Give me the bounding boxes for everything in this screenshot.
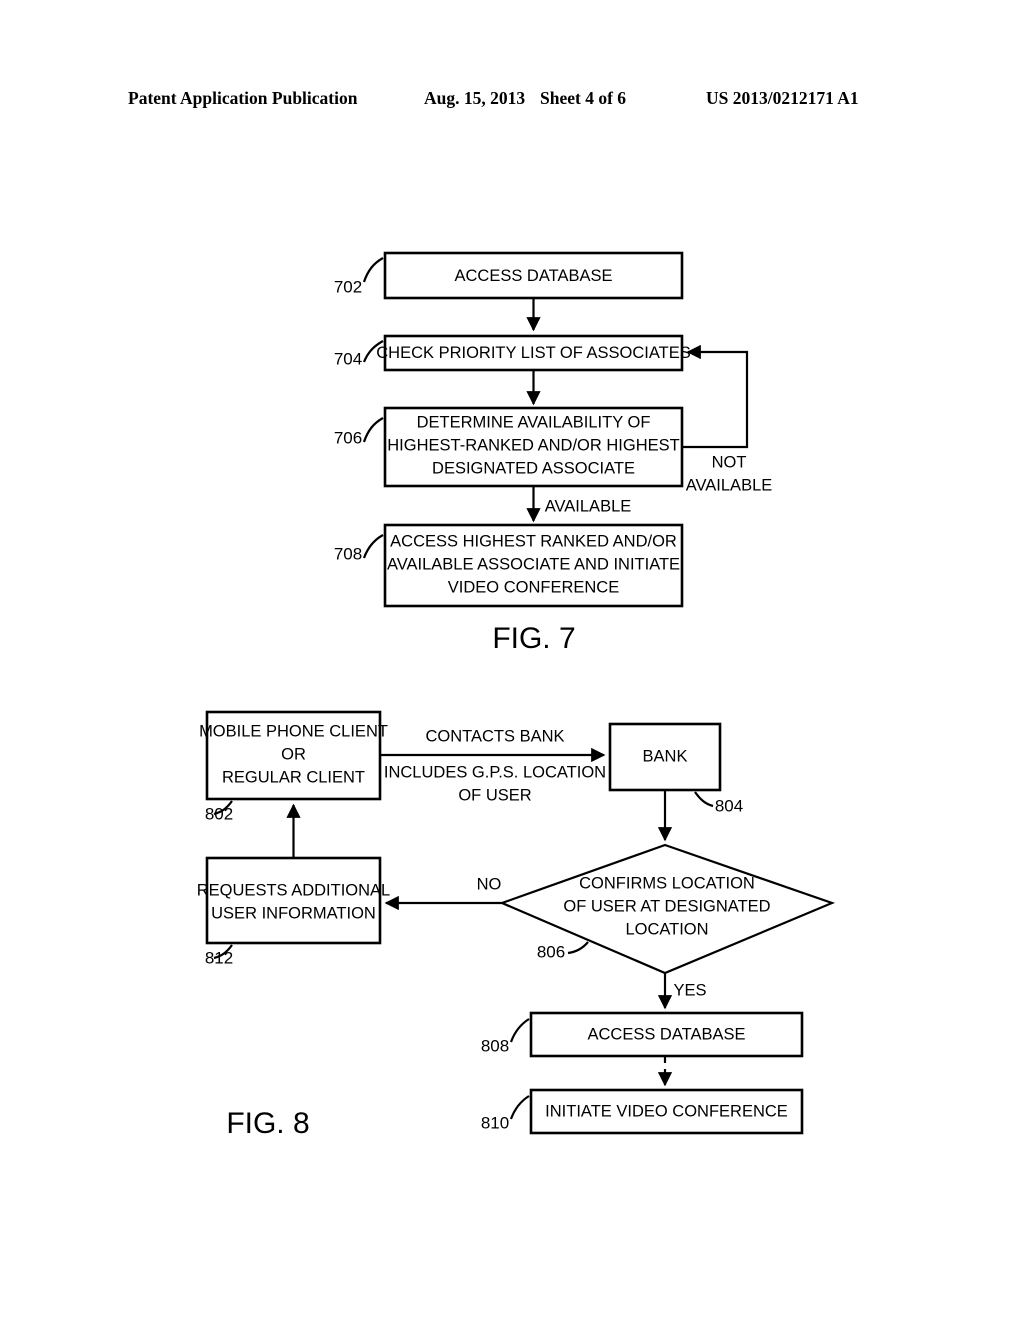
fig7-node-706: DETERMINE AVAILABILITY OF HIGHEST-RANKED… [334,406,684,488]
fig8-refnum-812: 812 [205,948,233,967]
patent-page: Patent Application Publication Aug. 15, … [0,0,1024,1320]
fig7-node-702-label: ACCESS DATABASE [454,267,612,285]
figure-8: MOBILE PHONE CLIENT OR REGULAR CLIENT 80… [197,710,836,1140]
fig7-node-706-label-line1: DETERMINE AVAILABILITY OF [417,413,651,431]
fig7-node-706-label-line2: HIGHEST-RANKED AND/OR HIGHEST [387,436,679,454]
fig8-refnum-804: 804 [715,796,743,815]
fig8-node-802-label-line2: OR [281,745,306,763]
fig8-refnum-802: 802 [205,804,233,823]
patent-drawings: ACCESS DATABASE 702 CHECK PRIORITY LIST … [197,251,836,1140]
figure-7: ACCESS DATABASE 702 CHECK PRIORITY LIST … [334,251,773,655]
fig7-refnum-702: 702 [334,277,362,296]
fig7-node-708: ACCESS HIGHEST RANKED AND/OR AVAILABLE A… [334,523,684,608]
fig7-edgelabel-not-available: AVAILABLE [686,476,773,494]
fig7-refnum-704: 704 [334,349,362,368]
fig8-node-808-label: ACCESS DATABASE [587,1025,745,1043]
fig7-leader-708 [362,534,384,559]
fig8-edgelabel-no: NO [477,875,502,893]
fig7-refnum-708: 708 [334,544,362,563]
fig8-node-812-label-line1: REQUESTS ADDITIONAL [197,881,390,899]
fig8-node-806-label-line2: OF USER AT DESIGNATED [563,897,770,915]
fig7-edgelabel-not: NOT [712,453,747,471]
fig8-leader-804 [694,791,714,808]
fig7-node-706-label-line3: DESIGNATED ASSOCIATE [432,459,635,477]
fig7-node-702: ACCESS DATABASE 702 [334,251,684,300]
fig8-node-808: ACCESS DATABASE 808 [481,1011,804,1058]
fig8-leader-806 [567,941,589,955]
fig8-refnum-806: 806 [537,942,565,961]
fig8-node-804: BANK 804 [608,722,743,815]
fig7-feedback-loop-not-available [682,344,749,449]
fig8-node-802-label-line1: MOBILE PHONE CLIENT [199,722,388,740]
fig7-node-708-label-line2: AVAILABLE ASSOCIATE AND INITIATE [387,555,680,573]
fig8-refnum-808: 808 [481,1036,509,1055]
fig8-leader-810 [509,1095,530,1120]
fig7-refnum-706: 706 [334,428,362,447]
fig8-leader-808 [509,1018,530,1043]
fig7-node-704-label: CHECK PRIORITY LIST OF ASSOCIATES [376,344,691,362]
fig8-node-810: INITIATE VIDEO CONFERENCE 810 [481,1088,804,1135]
fig8-caption: FIG. 8 [226,1107,309,1140]
fig7-leader-706 [362,417,384,443]
fig8-node-812-label-line2: USER INFORMATION [211,904,376,922]
fig8-node-802-label-line3: REGULAR CLIENT [222,768,365,786]
fig8-node-812-box [205,856,382,945]
fig8-node-806: CONFIRMS LOCATION OF USER AT DESIGNATED … [498,843,836,975]
fig7-edgelabel-available: AVAILABLE [545,497,632,515]
fig8-edgelabel-of-user: OF USER [458,786,531,804]
fig7-leader-702 [362,257,384,283]
fig8-edgelabel-contacts-bank: CONTACTS BANK [425,727,564,745]
fig8-node-810-label: INITIATE VIDEO CONFERENCE [545,1102,788,1120]
fig7-node-708-label-line3: VIDEO CONFERENCE [448,578,619,596]
fig8-edgelabel-yes: YES [673,981,706,999]
fig8-edgelabel-includes-gps: INCLUDES G.P.S. LOCATION [384,763,606,781]
fig8-node-806-label-line3: LOCATION [625,920,708,938]
fig7-node-708-label-line1: ACCESS HIGHEST RANKED AND/OR [390,532,677,550]
fig8-node-804-label: BANK [643,747,688,765]
fig7-node-704: CHECK PRIORITY LIST OF ASSOCIATES 704 [334,334,691,372]
fig8-node-806-label-line1: CONFIRMS LOCATION [579,874,755,892]
fig7-caption: FIG. 7 [492,622,575,655]
fig8-refnum-810: 810 [481,1113,509,1132]
fig8-node-812: REQUESTS ADDITIONAL USER INFORMATION 812 [197,856,390,967]
